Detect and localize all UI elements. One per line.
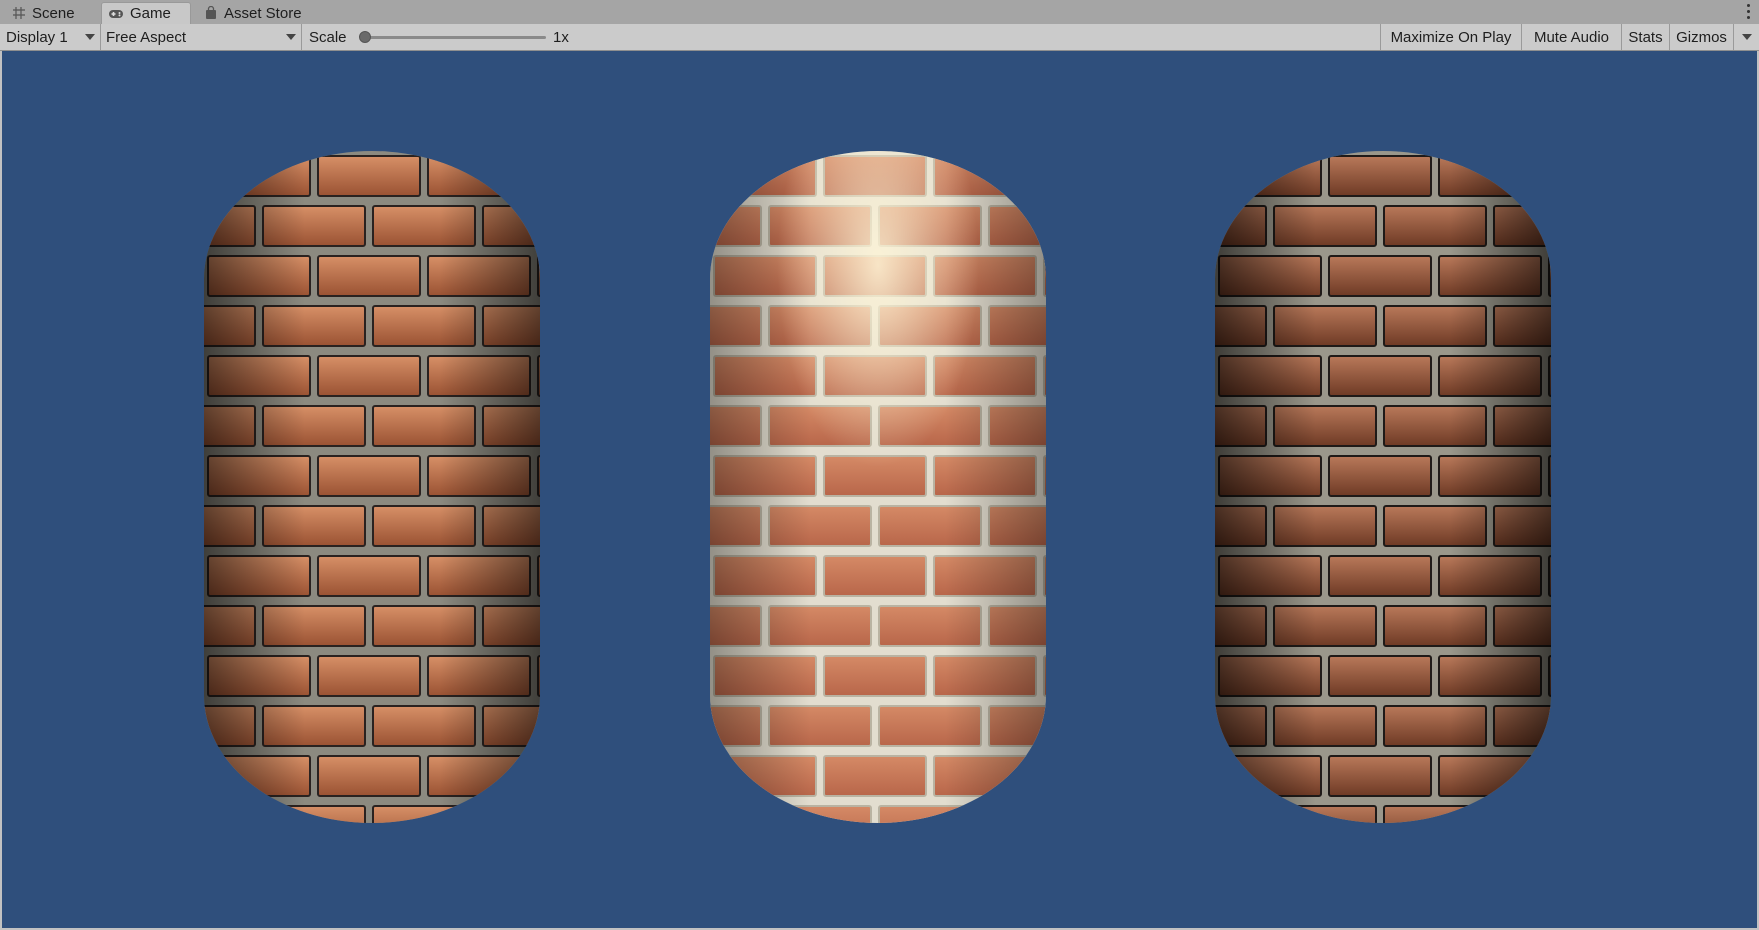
brick-capsule-left bbox=[204, 151, 540, 823]
gizmos-label: Gizmos bbox=[1676, 28, 1727, 46]
display-dropdown[interactable]: Display 1 bbox=[0, 24, 101, 50]
maximize-label: Maximize On Play bbox=[1390, 28, 1512, 46]
scale-label: Scale bbox=[309, 28, 347, 46]
aspect-dropdown[interactable]: Free Aspect bbox=[101, 24, 302, 50]
more-options-icon[interactable] bbox=[1745, 2, 1751, 20]
scale-value: 1x bbox=[553, 28, 569, 46]
edge-shading bbox=[1215, 151, 1551, 823]
gamepad-icon bbox=[109, 9, 123, 18]
mute-audio-button[interactable]: Mute Audio bbox=[1522, 24, 1622, 50]
chevron-down-icon bbox=[85, 34, 95, 40]
tab-asset-store-label: Asset Store bbox=[224, 4, 302, 22]
game-viewport[interactable] bbox=[2, 51, 1757, 928]
tab-game-label: Game bbox=[130, 5, 171, 22]
tab-asset-store[interactable]: Asset Store bbox=[204, 2, 302, 24]
stats-label: Stats bbox=[1628, 28, 1663, 46]
game-toolbar: Display 1 Free Aspect Scale 1x Maximize … bbox=[0, 24, 1759, 51]
scale-slider-track[interactable] bbox=[364, 36, 546, 39]
brick-capsule-right bbox=[1215, 151, 1551, 823]
brick-texture-right bbox=[1215, 151, 1551, 823]
chevron-down-icon bbox=[1742, 34, 1752, 40]
tab-scene-label: Scene bbox=[32, 4, 75, 22]
tab-game[interactable]: Game bbox=[101, 2, 191, 24]
tab-bar: Scene Game Asset Store bbox=[0, 0, 1759, 25]
brick-capsule-middle bbox=[710, 151, 1046, 823]
chevron-down-icon bbox=[286, 34, 296, 40]
unity-game-window: Scene Game Asset Store Display 1 Free As… bbox=[0, 0, 1759, 930]
display-label: Display 1 bbox=[6, 28, 68, 46]
shopping-bag-icon bbox=[206, 6, 216, 19]
gizmos-button[interactable]: Gizmos bbox=[1670, 24, 1734, 50]
specular-highlight bbox=[710, 151, 1046, 823]
grid-icon bbox=[13, 7, 25, 19]
aspect-label: Free Aspect bbox=[106, 28, 187, 46]
brick-texture-middle bbox=[710, 151, 1046, 823]
gizmos-dropdown[interactable] bbox=[1734, 24, 1758, 50]
brick-texture-left bbox=[204, 151, 540, 823]
maximize-on-play-button[interactable]: Maximize On Play bbox=[1380, 24, 1522, 50]
scale-slider-handle[interactable] bbox=[359, 31, 371, 43]
tab-scene[interactable]: Scene bbox=[12, 2, 75, 24]
mute-label: Mute Audio bbox=[1533, 28, 1610, 46]
edge-shading bbox=[204, 151, 540, 823]
stats-button[interactable]: Stats bbox=[1622, 24, 1670, 50]
